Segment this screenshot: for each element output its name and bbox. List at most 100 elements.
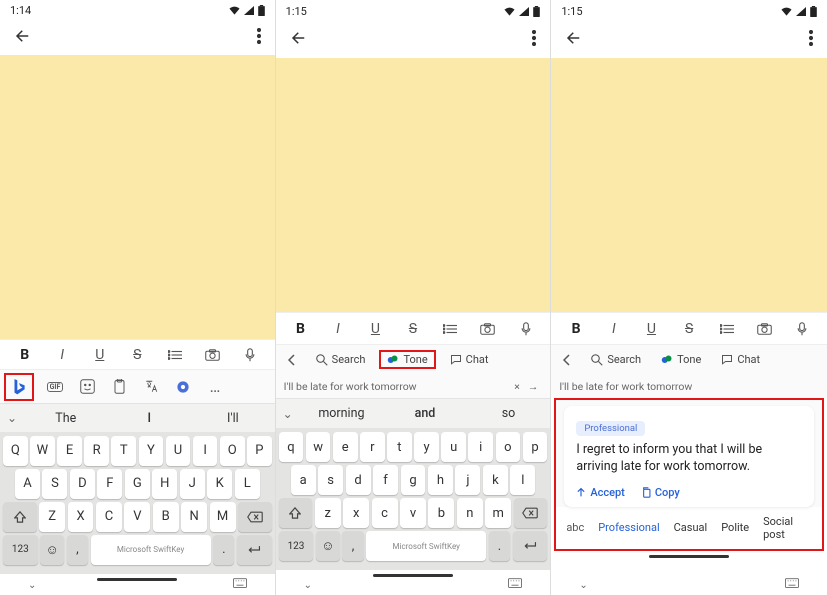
menu-button[interactable]	[809, 30, 813, 50]
tone-tab-casual[interactable]: Casual	[674, 521, 708, 534]
key-s[interactable]: s	[318, 465, 343, 495]
key-t[interactable]: T	[111, 436, 136, 466]
key-a[interactable]: A	[15, 469, 40, 499]
bing-search-tab[interactable]: Search	[310, 351, 372, 368]
key-space[interactable]: Microsoft SwiftKey	[366, 531, 486, 561]
tone-tab-social[interactable]: Social post	[763, 515, 812, 541]
key-l[interactable]: l	[510, 465, 535, 495]
note-canvas[interactable]	[0, 55, 275, 339]
key-m[interactable]: M	[210, 502, 236, 532]
bing-tone-tab[interactable]: Tone	[655, 351, 707, 368]
key-v[interactable]: V	[124, 502, 150, 532]
key-y[interactable]: Y	[139, 436, 164, 466]
key-emoji[interactable]: ☺	[316, 531, 340, 561]
key-b[interactable]: b	[428, 498, 454, 528]
key-d[interactable]: d	[346, 465, 371, 495]
key-m[interactable]: m	[485, 498, 511, 528]
mic-button[interactable]	[512, 317, 540, 341]
key-s[interactable]: S	[42, 469, 67, 499]
key-e[interactable]: E	[57, 436, 82, 466]
key-emoji[interactable]: ☺	[40, 535, 64, 565]
key-f[interactable]: f	[373, 465, 398, 495]
tone-card[interactable]: Professional I regret to inform you that…	[564, 406, 814, 507]
tone-tab-polite[interactable]: Polite	[721, 521, 749, 534]
bing-clear[interactable]: ×	[510, 380, 524, 393]
nav-back-sys[interactable]: ⌄	[579, 580, 587, 591]
suggestion-2[interactable]: I	[108, 411, 192, 426]
key-enter[interactable]	[513, 531, 548, 561]
key-p[interactable]: p	[523, 432, 548, 462]
key-p[interactable]: P	[247, 436, 272, 466]
nav-kb-switch[interactable]	[233, 578, 247, 591]
key-u[interactable]: U	[166, 436, 191, 466]
key-c[interactable]: c	[372, 498, 398, 528]
key-shift[interactable]	[279, 498, 313, 528]
key-a[interactable]: a	[291, 465, 316, 495]
suggestion-collapse[interactable]: ⌄	[276, 407, 300, 421]
key-x[interactable]: x	[343, 498, 369, 528]
mic-button[interactable]	[236, 343, 264, 367]
bing-chat-tab[interactable]: Chat	[715, 351, 766, 368]
handle-bar[interactable]	[97, 578, 177, 581]
strike-button[interactable]: S	[123, 343, 151, 367]
clipboard-button[interactable]	[104, 373, 134, 401]
key-backspace[interactable]	[514, 498, 548, 528]
nav-back-sys[interactable]: ⌄	[304, 580, 312, 591]
key-i[interactable]: i	[468, 432, 493, 462]
key-o[interactable]: o	[496, 432, 521, 462]
key-period[interactable]: .	[489, 531, 510, 561]
handle-bar[interactable]	[649, 555, 729, 558]
key-space[interactable]: Microsoft SwiftKey	[91, 535, 211, 565]
strike-button[interactable]: S	[399, 317, 427, 341]
key-comma[interactable]: ,	[342, 531, 363, 561]
bold-button[interactable]: B	[11, 343, 39, 367]
italic-button[interactable]: I	[600, 317, 628, 341]
key-z[interactable]: z	[315, 498, 341, 528]
suggestion-1[interactable]: The	[24, 411, 108, 426]
key-y[interactable]: y	[414, 432, 439, 462]
bing-icon[interactable]	[4, 373, 34, 401]
nav-kb-switch[interactable]	[508, 578, 522, 591]
key-h[interactable]: H	[152, 469, 177, 499]
gif-button[interactable]: GIF	[40, 373, 70, 401]
key-u[interactable]: u	[441, 432, 466, 462]
key-c[interactable]: C	[96, 502, 122, 532]
list-button[interactable]	[713, 317, 741, 341]
key-numbers[interactable]: 123	[3, 535, 38, 565]
key-shift[interactable]	[3, 502, 37, 532]
key-period[interactable]: .	[213, 535, 234, 565]
list-button[interactable]	[436, 317, 464, 341]
note-canvas[interactable]	[276, 58, 551, 312]
key-o[interactable]: O	[220, 436, 245, 466]
bing-back[interactable]	[557, 346, 577, 374]
menu-button[interactable]	[532, 30, 536, 50]
key-j[interactable]: j	[455, 465, 480, 495]
handle-bar[interactable]	[373, 574, 453, 577]
key-n[interactable]: N	[181, 502, 207, 532]
list-button[interactable]	[161, 343, 189, 367]
key-g[interactable]: G	[125, 469, 150, 499]
key-q[interactable]: q	[279, 432, 304, 462]
sticker-button[interactable]	[72, 373, 102, 401]
suggestion-2[interactable]: and	[383, 406, 467, 421]
key-k[interactable]: k	[483, 465, 508, 495]
bing-tone-tab[interactable]: Tone	[379, 350, 435, 369]
key-v[interactable]: v	[400, 498, 426, 528]
key-numbers[interactable]: 123	[279, 531, 314, 561]
key-z[interactable]: Z	[39, 502, 65, 532]
key-j[interactable]: J	[180, 469, 205, 499]
translate-button[interactable]	[136, 373, 166, 401]
bing-chat-tab[interactable]: Chat	[444, 351, 495, 368]
back-button[interactable]	[565, 29, 583, 51]
key-comma[interactable]: ,	[67, 535, 88, 565]
menu-button[interactable]	[257, 28, 261, 48]
italic-button[interactable]: I	[324, 317, 352, 341]
more-button[interactable]: …	[200, 373, 230, 401]
nav-kb-switch[interactable]	[785, 578, 799, 591]
nav-back-sys[interactable]: ⌄	[28, 580, 36, 591]
key-d[interactable]: D	[70, 469, 95, 499]
tone-accept-button[interactable]: Accept	[576, 486, 625, 499]
key-q[interactable]: Q	[3, 436, 28, 466]
italic-button[interactable]: I	[48, 343, 76, 367]
bold-button[interactable]: B	[286, 317, 314, 341]
